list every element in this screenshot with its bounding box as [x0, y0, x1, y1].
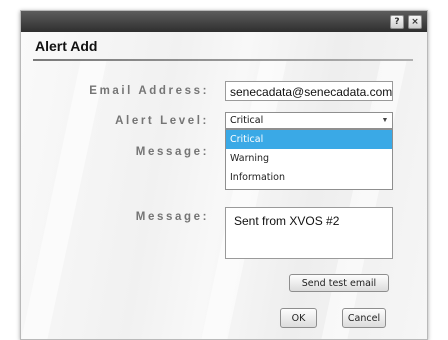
alert-level-select[interactable]: Critical ▼ [225, 112, 393, 129]
close-icon: × [411, 17, 419, 27]
title-divider [33, 59, 413, 61]
close-button[interactable]: × [408, 15, 422, 29]
option-critical[interactable]: Critical [226, 130, 392, 149]
cancel-button[interactable]: Cancel [342, 308, 386, 328]
send-test-email-button[interactable]: Send test email [289, 274, 389, 292]
ok-button[interactable]: OK [280, 308, 317, 328]
option-warning[interactable]: Warning [226, 149, 392, 168]
chevron-down-icon[interactable]: ▼ [378, 113, 392, 128]
alert-level-label: Alert Level: [115, 115, 209, 127]
message-label-upper: Message: [135, 146, 209, 158]
help-button[interactable]: ? [390, 15, 404, 29]
alert-level-dropdown-list: Critical Warning Information [225, 129, 393, 190]
title-bar: ? × [21, 11, 427, 32]
alert-level-selected-value: Critical [230, 115, 264, 126]
message-label: Message: [135, 211, 209, 223]
option-information[interactable]: Information [226, 168, 392, 187]
message-textarea[interactable]: Sent from XVOS #2 [225, 207, 393, 259]
help-icon: ? [394, 17, 400, 27]
background-stripe [201, 61, 287, 339]
email-address-label: Email Address: [89, 85, 209, 97]
background-stripe [21, 61, 107, 339]
email-address-input[interactable]: senecadata@senecadata.com [225, 81, 393, 101]
background-stripe [321, 61, 407, 339]
alert-add-dialog: ? × Alert Add Email Address: senecadata@… [20, 10, 428, 340]
dialog-title: Alert Add [35, 38, 98, 54]
